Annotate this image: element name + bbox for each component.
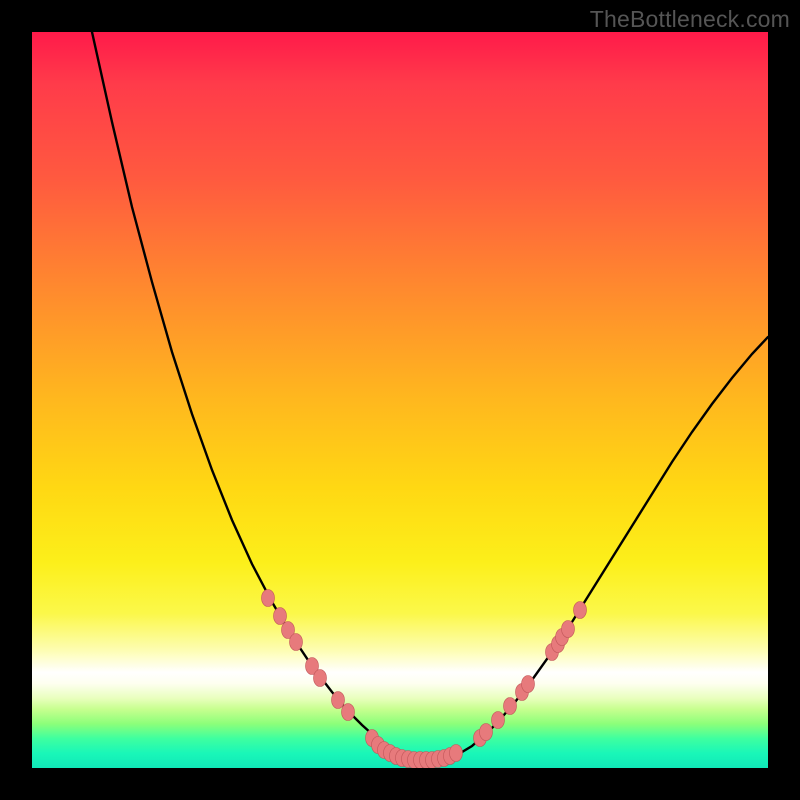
curve-marker (314, 670, 327, 687)
curve-marker (262, 590, 275, 607)
curve-marker (274, 608, 287, 625)
curve-marker (504, 698, 517, 715)
curve-markers (262, 590, 587, 769)
curve-marker (290, 634, 303, 651)
bottleneck-curve (92, 32, 768, 762)
curve-marker (332, 692, 345, 709)
chart-frame: TheBottleneck.com (0, 0, 800, 800)
chart-svg (32, 32, 768, 768)
watermark-text: TheBottleneck.com (590, 6, 790, 33)
chart-plot-area (32, 32, 768, 768)
curve-marker (492, 712, 505, 729)
curve-marker (522, 676, 535, 693)
curve-marker (342, 704, 355, 721)
curve-marker (480, 724, 493, 741)
curve-marker (574, 602, 587, 619)
curve-marker (562, 621, 575, 638)
curve-marker (450, 745, 463, 762)
